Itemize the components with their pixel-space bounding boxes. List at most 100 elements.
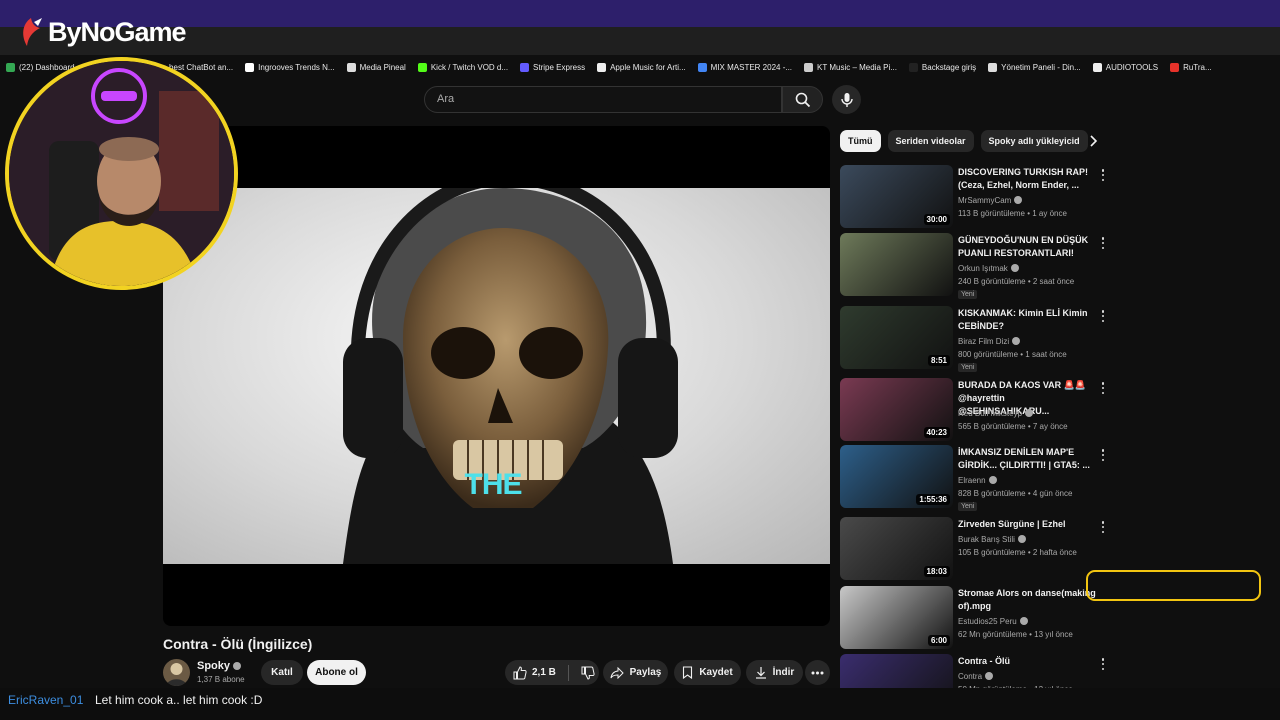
thumbs-down-icon: [581, 666, 595, 680]
recommended-video-title[interactable]: Stromae Alors on danse(making of).mpg: [958, 587, 1098, 613]
join-button[interactable]: Katıl: [261, 660, 303, 685]
channel-avatar[interactable]: [163, 659, 190, 686]
video-thumbnail[interactable]: 18:03: [840, 517, 953, 580]
bookmark-item[interactable]: Stripe Express: [514, 62, 591, 72]
recommended-channel[interactable]: Burak Barış Stili: [958, 535, 1026, 544]
recommended-video[interactable]: 30:00 DISCOVERING TURKISH RAP! (Ceza, Ezh…: [840, 165, 1115, 228]
bookmarks-bar: (22) DashboardGame...The best ChatBot an…: [0, 57, 1280, 77]
bookmark-item[interactable]: MIX MASTER 2024 -...: [692, 62, 798, 72]
bookmark-item[interactable]: RuTra...: [1164, 62, 1218, 72]
recommended-video[interactable]: 8:51 KISKANMAK: Kimin ELİ Kimin CEBİNDE? B…: [840, 306, 1115, 372]
recommended-video[interactable]: 1:55:36 İMKANSIZ DENİLEN MAP'E GİRDİK... …: [840, 445, 1115, 511]
video-thumbnail[interactable]: 6:00: [840, 586, 953, 649]
like-button[interactable]: 2,1 B: [513, 665, 556, 680]
video-thumbnail[interactable]: 1:55:36: [840, 445, 953, 508]
bookmark-label: AUDIOTOOLS: [1105, 62, 1159, 72]
recommended-meta: 828 B görüntüleme • 4 gün önce: [958, 489, 1073, 498]
bookmark-label: Media Pineal: [359, 62, 406, 72]
chevron-right-icon[interactable]: [1086, 134, 1100, 148]
search-input[interactable]: Ara: [424, 86, 782, 113]
recommended-video-title[interactable]: DISCOVERING TURKISH RAP! (Ceza, Ezhel, N…: [958, 166, 1098, 192]
more-vertical-icon[interactable]: [1101, 310, 1105, 322]
recommended-meta: 800 görüntüleme • 1 saat önce: [958, 350, 1067, 359]
recommended-channel[interactable]: Orkun Işıtmak: [958, 264, 1019, 273]
bookmark-favicon-icon: [346, 62, 356, 72]
search-button[interactable]: [782, 86, 823, 113]
dislike-button[interactable]: [581, 666, 595, 680]
chat-overlay: EricRaven_01 Let him cook a.. let him co…: [0, 688, 1280, 720]
bookmark-item[interactable]: Yönetim Paneli - Din...: [982, 62, 1087, 72]
verified-icon: [1012, 337, 1021, 345]
logo-text: ByNoGame: [48, 16, 187, 47]
bookmark-label: RuTra...: [1183, 62, 1212, 72]
recommended-video[interactable]: 40:23 BURADA DA KAOS VAR 🚨🚨 @hayrettin @S…: [840, 378, 1115, 441]
recommended-meta: 240 B görüntüleme • 2 saat önce: [958, 277, 1075, 286]
verified-icon: [988, 476, 997, 484]
recommended-video[interactable]: GÜNEYDOĞU'NUN EN DÜŞÜK PUANLI RESTORANTL…: [840, 233, 1115, 299]
bookmark-item[interactable]: Apple Music for Arti...: [591, 62, 692, 72]
share-label: Paylaş: [629, 667, 662, 678]
recommended-video-title[interactable]: GÜNEYDOĞU'NUN EN DÜŞÜK PUANLI RESTORANTL…: [958, 234, 1098, 260]
verified-icon: [985, 672, 994, 680]
recommended-meta: 113 B görüntüleme • 1 ay önce: [958, 209, 1067, 218]
bookmark-favicon-icon: [908, 62, 918, 72]
recommended-video-title[interactable]: Contra - Ölü: [958, 655, 1098, 668]
more-vertical-icon[interactable]: [1101, 382, 1105, 394]
video-thumbnail[interactable]: [840, 233, 953, 296]
share-button[interactable]: Paylaş: [603, 660, 668, 685]
channel-name[interactable]: Spoky: [197, 660, 242, 672]
more-vertical-icon[interactable]: [1101, 449, 1105, 461]
more-vertical-icon[interactable]: [1101, 658, 1105, 670]
microphone-icon: [840, 92, 853, 107]
video-player[interactable]: THE: [163, 126, 830, 626]
subscribe-button[interactable]: Abone ol: [307, 660, 366, 685]
recommended-channel-text: MrSammyCam: [958, 196, 1012, 205]
recommended-channel[interactable]: Red Bull Miksteyp: [958, 409, 1034, 418]
bookmark-label: Kick / Twitch VOD d...: [430, 62, 509, 72]
more-vertical-icon[interactable]: [1101, 237, 1105, 249]
more-vertical-icon[interactable]: [1101, 169, 1105, 181]
new-badge: Yeni: [958, 363, 978, 372]
bookmark-favicon-icon: [417, 62, 427, 72]
video-title: Contra - Ölü (İngilizce): [163, 636, 313, 652]
voice-search-button[interactable]: [832, 85, 861, 114]
bookmark-favicon-icon: [520, 62, 530, 72]
bookmark-item[interactable]: AUDIOTOOLS: [1087, 62, 1164, 72]
recommended-video[interactable]: 6:00 Stromae Alors on danse(making of).mp…: [840, 586, 1115, 649]
filter-chip[interactable]: Tümü: [840, 130, 881, 152]
bookmark-label: Stripe Express: [533, 62, 586, 72]
recommended-channel[interactable]: Elraenn: [958, 476, 997, 485]
recommended-video[interactable]: 18:03 Zirveden Sürgüne | Ezhel Burak Barış…: [840, 517, 1115, 580]
more-vertical-icon[interactable]: [1101, 521, 1105, 533]
video-thumbnail[interactable]: 8:51: [840, 306, 953, 369]
recommended-channel-text: Contra: [958, 672, 983, 681]
recommended-channel[interactable]: Biraz Film Dizi: [958, 337, 1021, 346]
video-duration: 18:03: [923, 566, 950, 577]
video-thumbnail[interactable]: 40:23: [840, 378, 953, 441]
bookmark-item[interactable]: Backstage giriş: [903, 62, 982, 72]
more-horizontal-icon: [811, 671, 824, 674]
recommended-video-title[interactable]: KISKANMAK: Kimin ELİ Kimin CEBİNDE?: [958, 307, 1098, 333]
recommended-channel[interactable]: MrSammyCam: [958, 196, 1023, 205]
logo-mark-icon: [18, 16, 44, 48]
recommended-channel[interactable]: Estudios25 Peru: [958, 617, 1028, 626]
recommended-channel[interactable]: Contra: [958, 672, 994, 681]
filter-chip[interactable]: Spoky adlı yükleyicid: [980, 130, 1088, 152]
bookmark-item[interactable]: Media Pineal: [341, 62, 412, 72]
bookmark-item[interactable]: Kick / Twitch VOD d...: [412, 62, 514, 72]
filter-chip[interactable]: Seriden videolar: [887, 130, 974, 152]
recommended-video-title[interactable]: Zirveden Sürgüne | Ezhel: [958, 518, 1098, 531]
recommended-video-title[interactable]: İMKANSIZ DENİLEN MAP'E GİRDİK... ÇILDIRT…: [958, 446, 1098, 472]
channel-name-text: Spoky: [197, 660, 231, 672]
avatar-image: [166, 663, 187, 686]
more-actions-button[interactable]: [805, 660, 830, 685]
bookmark-item[interactable]: KT Music – Media Pi...: [798, 62, 903, 72]
bookmark-label: Backstage giriş: [921, 62, 977, 72]
save-label: Kaydet: [699, 667, 733, 678]
bookmark-favicon-icon: [1092, 62, 1102, 72]
save-button[interactable]: Kaydet: [674, 660, 741, 685]
download-button[interactable]: İndir: [746, 660, 803, 685]
bookmark-item[interactable]: Ingrooves Trends N...: [239, 62, 340, 72]
bookmark-label: MIX MASTER 2024 -...: [710, 62, 793, 72]
video-thumbnail[interactable]: 30:00: [840, 165, 953, 228]
